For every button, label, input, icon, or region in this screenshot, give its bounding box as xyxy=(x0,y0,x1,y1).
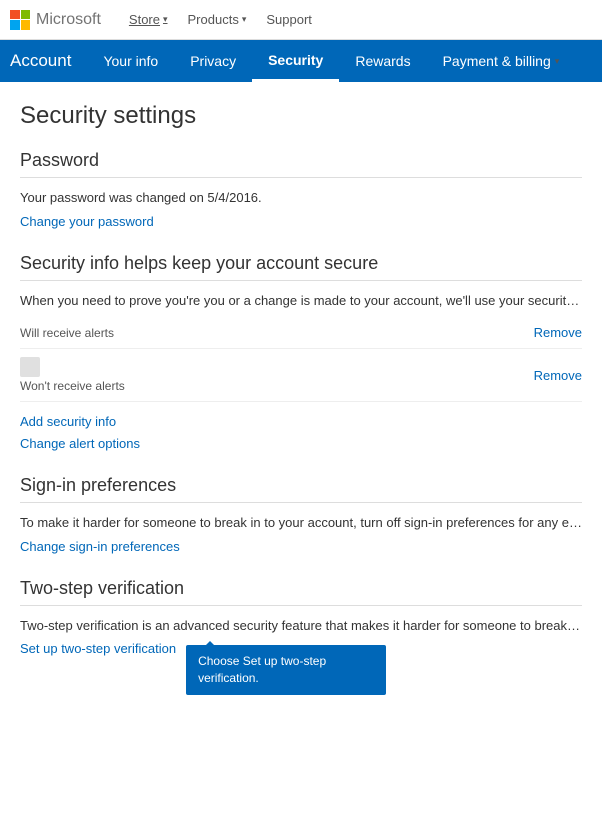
security-info-section: Security info helps keep your account se… xyxy=(20,253,582,451)
signin-prefs-divider xyxy=(20,502,582,503)
password-info: Your password was changed on 5/4/2016. xyxy=(20,190,582,205)
security-info-description: When you need to prove you're you or a c… xyxy=(20,293,582,308)
nav-privacy[interactable]: Privacy xyxy=(174,40,252,82)
nav-rewards[interactable]: Rewards xyxy=(339,40,426,82)
microsoft-logo: Microsoft xyxy=(10,10,101,30)
password-section: Password Your password was changed on 5/… xyxy=(20,150,582,229)
products-link[interactable]: Products ▾ xyxy=(180,12,255,27)
security-info-row-2: Won't receive alerts Remove xyxy=(20,349,582,402)
remove-link-1[interactable]: Remove xyxy=(534,325,582,340)
store-link[interactable]: Store ▾ xyxy=(121,12,176,27)
two-step-divider xyxy=(20,605,582,606)
brand-name: Microsoft xyxy=(36,11,101,29)
password-section-title: Password xyxy=(20,150,582,171)
row2-left: Won't receive alerts xyxy=(20,357,125,393)
top-nav-links: Store ▾ Products ▾ Support xyxy=(121,12,320,27)
signin-prefs-section: Sign-in preferences To make it harder fo… xyxy=(20,475,582,554)
setup-two-step-link[interactable]: Set up two-step verification xyxy=(20,641,176,656)
setup-tooltip: Choose Set up two-step verification. xyxy=(186,645,386,695)
nav-security[interactable]: Security xyxy=(252,40,339,82)
products-chevron-icon: ▾ xyxy=(242,14,247,25)
nav-payment[interactable]: Payment & billing ▾ xyxy=(427,40,576,82)
top-navigation: Microsoft Store ▾ Products ▾ Support xyxy=(0,0,602,40)
change-signin-prefs-link[interactable]: Change sign-in preferences xyxy=(20,539,180,554)
row1-label: Will receive alerts xyxy=(20,326,114,340)
nav-your-info[interactable]: Your info xyxy=(87,40,174,82)
payment-chevron-icon: ▾ xyxy=(555,56,560,67)
row2-label: Won't receive alerts xyxy=(20,379,125,393)
security-info-row-1: Will receive alerts Remove xyxy=(20,316,582,349)
two-step-section: Two-step verification Two-step verificat… xyxy=(20,578,582,695)
account-navigation: Account Your info Privacy Security Rewar… xyxy=(0,40,602,82)
row1-left: Will receive alerts xyxy=(20,324,114,340)
signin-prefs-title: Sign-in preferences xyxy=(20,475,582,496)
security-info-divider xyxy=(20,280,582,281)
security-info-title: Security info helps keep your account se… xyxy=(20,253,582,274)
two-step-title: Two-step verification xyxy=(20,578,582,599)
two-step-action-row: Set up two-step verification Choose Set … xyxy=(20,641,582,695)
signin-prefs-description: To make it harder for someone to break i… xyxy=(20,515,582,530)
two-step-description: Two-step verification is an advanced sec… xyxy=(20,618,582,633)
change-password-link[interactable]: Change your password xyxy=(20,214,154,229)
password-divider xyxy=(20,177,582,178)
account-brand-label[interactable]: Account xyxy=(10,40,87,82)
main-content: Security settings Password Your password… xyxy=(0,82,602,749)
security-links: Add security info Change alert options xyxy=(20,414,582,451)
page-title: Security settings xyxy=(20,102,582,130)
store-chevron-icon: ▾ xyxy=(163,14,168,25)
support-link[interactable]: Support xyxy=(258,12,320,27)
remove-link-2[interactable]: Remove xyxy=(534,368,582,383)
security-item-icon xyxy=(20,357,40,377)
change-alert-options-link[interactable]: Change alert options xyxy=(20,436,140,451)
add-security-info-link[interactable]: Add security info xyxy=(20,414,582,429)
